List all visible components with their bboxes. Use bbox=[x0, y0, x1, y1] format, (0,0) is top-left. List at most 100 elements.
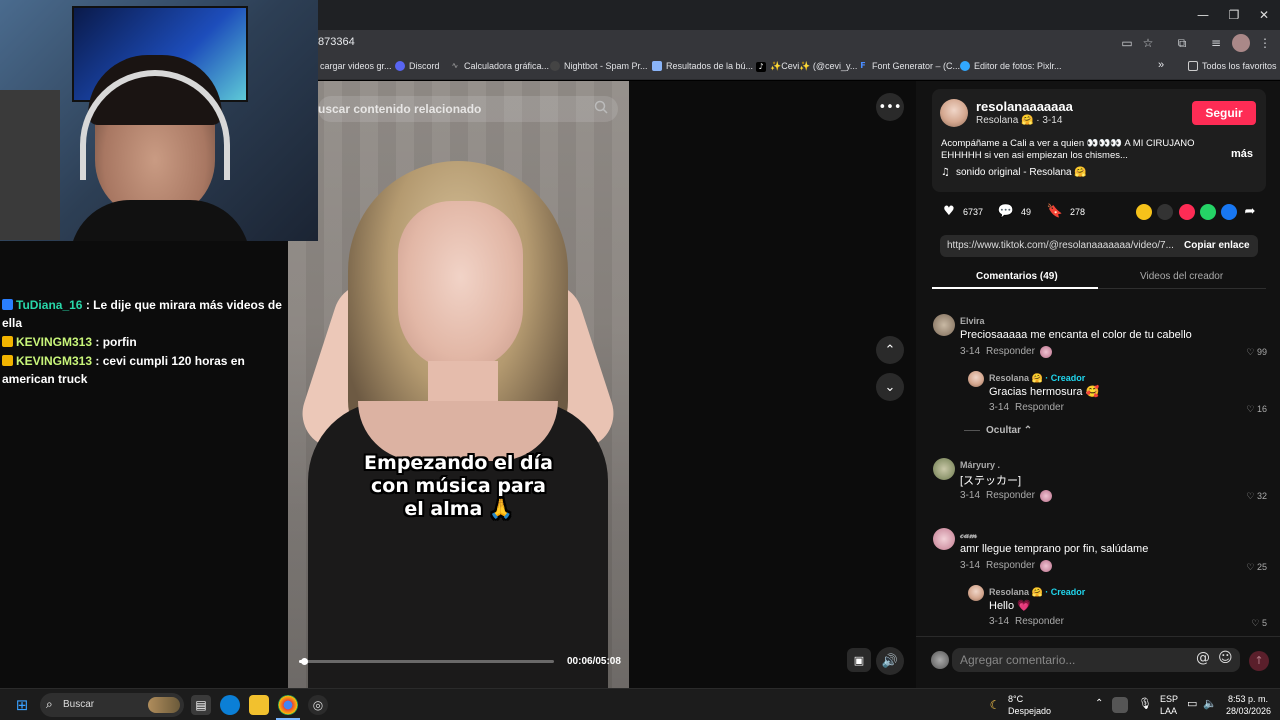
windows-start-icon[interactable]: ⊞ bbox=[12, 695, 32, 715]
reply-like[interactable]: ♡ 5 bbox=[1237, 618, 1267, 629]
minimize-button[interactable]: — bbox=[1188, 5, 1218, 25]
speaker-icon[interactable]: 🔈 bbox=[1203, 698, 1217, 710]
stream-chat: TuDiana_16 : Le dije que mirara más vide… bbox=[0, 296, 288, 389]
reply-author[interactable]: Resolana 🤗 · Creador bbox=[989, 587, 1085, 598]
send-comment-button[interactable]: ↑ bbox=[1249, 651, 1269, 671]
whatsapp-icon[interactable] bbox=[1200, 204, 1216, 220]
reply-text: Gracias hermosura 🥰 bbox=[989, 386, 1100, 398]
comment-author[interactable]: Máryury . bbox=[960, 460, 1000, 470]
embed-icon[interactable] bbox=[1157, 204, 1173, 220]
language-indicator[interactable]: ESP LAA bbox=[1160, 693, 1178, 717]
chrome-icon[interactable] bbox=[278, 695, 298, 715]
author-avatar[interactable] bbox=[940, 99, 968, 127]
file-explorer-icon[interactable] bbox=[249, 695, 269, 715]
hide-replies-button[interactable]: Ocultar ⌃ bbox=[986, 425, 1032, 436]
profile-avatar[interactable] bbox=[1232, 34, 1250, 52]
author-username[interactable]: resolanaaaaaaa bbox=[976, 99, 1073, 114]
bookmarks-overflow-button[interactable]: » bbox=[1158, 59, 1164, 71]
video-progress-bar[interactable] bbox=[299, 658, 554, 665]
bookmark-icon[interactable]: 🔖 bbox=[1046, 203, 1064, 221]
chat-message: TuDiana_16 : Le dije que mirara más vide… bbox=[0, 296, 288, 332]
comment-like[interactable]: ♡ 32 bbox=[1237, 491, 1267, 502]
tray-app-icon[interactable] bbox=[1112, 697, 1128, 713]
video-link-text[interactable]: https://www.tiktok.com/@resolanaaaaaaa/v… bbox=[947, 240, 1174, 251]
bookmark-item[interactable]: Nightbot - Spam Pr... bbox=[550, 61, 648, 71]
network-icon[interactable]: ▭ bbox=[1187, 698, 1197, 710]
comment-avatar[interactable] bbox=[933, 458, 955, 480]
all-favorites-button[interactable]: Todos los favoritos bbox=[1188, 61, 1277, 71]
tab-creator-videos[interactable]: Videos del creador bbox=[1140, 271, 1223, 282]
copy-link-button[interactable]: Copiar enlace bbox=[1184, 240, 1250, 251]
facebook-icon[interactable] bbox=[1221, 204, 1237, 220]
tab-comments[interactable]: Comentarios (49) bbox=[976, 271, 1058, 282]
comment-like[interactable]: ♡ 99 bbox=[1237, 347, 1267, 358]
reply-avatar[interactable] bbox=[968, 371, 984, 387]
post-date: · 3-14 bbox=[1036, 115, 1063, 126]
see-more-button[interactable]: más bbox=[1231, 148, 1253, 160]
comment-like[interactable]: ♡ 25 bbox=[1237, 562, 1267, 573]
previous-video-button[interactable]: ⌃ bbox=[876, 336, 904, 364]
related-search-input[interactable]: uscar contenido relacionado bbox=[318, 96, 618, 122]
clock[interactable]: 8:53 p. m. 28/03/2026 bbox=[1226, 693, 1271, 717]
chat-message: KEVINGM313 : porfin bbox=[0, 333, 288, 351]
extensions-icon[interactable]: ⧉ bbox=[1173, 34, 1191, 52]
bookmark-item[interactable]: cargar videos gr... bbox=[320, 61, 392, 71]
webcam-streamer-shirt bbox=[70, 200, 250, 241]
comment-author[interactable]: Elvira bbox=[960, 316, 985, 326]
chat-separator: : bbox=[85, 298, 90, 312]
bookmark-item[interactable]: ♪ ✨Cevi✨ (@cevi_y... bbox=[756, 61, 857, 72]
obs-icon[interactable]: ◎ bbox=[308, 695, 328, 715]
task-view-icon[interactable]: ▤ bbox=[191, 695, 211, 715]
share-arrow-icon[interactable]: ➦ bbox=[1241, 203, 1259, 221]
like-icon[interactable]: ♥ bbox=[940, 203, 958, 221]
comment-like-count: 32 bbox=[1256, 491, 1267, 501]
bookmark-item[interactable]: Discord bbox=[395, 61, 440, 71]
follow-button[interactable]: Seguir bbox=[1192, 101, 1256, 125]
close-window-button[interactable]: ✕ bbox=[1249, 5, 1279, 25]
bookmark-item[interactable]: Resultados de la bú... bbox=[652, 61, 753, 71]
bookmark-star-icon[interactable]: ☆ bbox=[1139, 34, 1157, 52]
reading-list-icon[interactable]: ≡ bbox=[1207, 34, 1225, 52]
search-icon: ⌕ bbox=[46, 697, 53, 711]
reply-avatar[interactable] bbox=[968, 585, 984, 601]
mention-icon[interactable]: @ bbox=[1196, 650, 1210, 666]
weather-widget[interactable]: 8°C Despejado bbox=[1008, 693, 1051, 717]
search-icon[interactable] bbox=[594, 100, 608, 114]
send-to-friends-icon[interactable] bbox=[1179, 204, 1195, 220]
cast-icon[interactable]: ▭ bbox=[1118, 34, 1136, 52]
reply-button[interactable]: Responder bbox=[986, 560, 1035, 571]
restore-button[interactable]: ❐ bbox=[1219, 5, 1249, 25]
bookmark-item[interactable]: ∿ Calculadora gráfica... bbox=[450, 61, 549, 71]
reply-button[interactable]: Responder bbox=[986, 346, 1035, 357]
comment-avatar[interactable] bbox=[933, 528, 955, 550]
reply-button[interactable]: Responder bbox=[1015, 616, 1064, 627]
emoji-icon[interactable]: ☺ bbox=[1218, 650, 1233, 666]
hide-divider bbox=[964, 430, 980, 431]
microphone-icon[interactable]: 🎙 bbox=[1138, 698, 1152, 710]
url-text[interactable]: 873364 bbox=[318, 36, 355, 48]
taskbar-search[interactable]: ⌕ Buscar bbox=[40, 693, 184, 717]
reply-button[interactable]: Responder bbox=[986, 490, 1035, 501]
reply-author[interactable]: Resolana 🤗 · Creador bbox=[989, 373, 1085, 384]
reply-text: Hello 💗 bbox=[989, 600, 1031, 612]
comment-avatar[interactable] bbox=[933, 314, 955, 336]
reply-like[interactable]: ♡ 16 bbox=[1237, 404, 1267, 415]
more-options-button[interactable]: ••• bbox=[876, 93, 904, 121]
comment-input[interactable]: Agregar comentario... @ ☺ bbox=[952, 648, 1240, 672]
comment-icon[interactable]: 💬 bbox=[997, 203, 1015, 221]
next-video-button[interactable]: ⌄ bbox=[876, 373, 904, 401]
reply-button[interactable]: Responder bbox=[1015, 402, 1064, 413]
clock-time: 8:53 p. m. bbox=[1227, 694, 1268, 704]
bookmark-item[interactable]: Editor de fotos: Pixlr... bbox=[960, 61, 1062, 71]
menu-kebab-icon[interactable]: ⋮ bbox=[1256, 34, 1274, 52]
bookmark-item[interactable]: F Font Generator – (C... bbox=[858, 61, 960, 71]
miniplayer-button[interactable]: ▣ bbox=[847, 648, 871, 672]
comment-author[interactable]: 𝓬𝓪𝓶 bbox=[960, 530, 977, 541]
edge-browser-icon[interactable] bbox=[220, 695, 240, 715]
music-link[interactable]: ♫ sonido original - Resolana 🤗 bbox=[941, 167, 1087, 178]
tray-overflow-icon[interactable]: ⌃ bbox=[1095, 698, 1103, 710]
video-player[interactable]: Empezando el día con música para el alma… bbox=[288, 81, 629, 688]
reply-date: 3-14 bbox=[989, 402, 1010, 413]
repost-icon[interactable] bbox=[1136, 204, 1152, 220]
volume-button[interactable]: 🔊 bbox=[876, 647, 904, 675]
